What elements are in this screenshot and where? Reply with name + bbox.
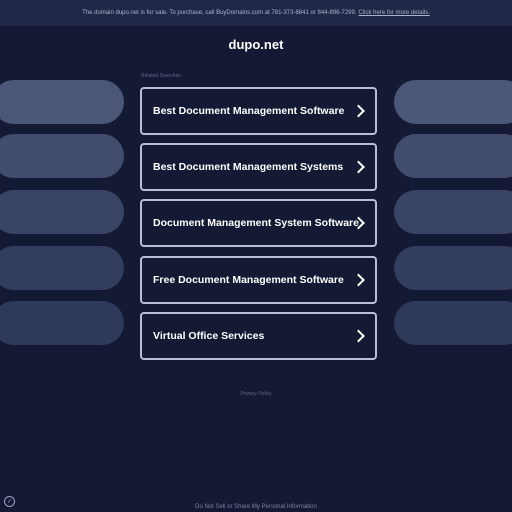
decorative-pill-right (394, 134, 512, 178)
sale-notice-bar: The domain dupo.net is for sale. To purc… (0, 0, 512, 26)
do-not-sell-link[interactable]: Do Not Sell or Share My Personal Informa… (0, 504, 512, 510)
related-search-label: Best Document Management Systems (153, 161, 344, 173)
decorative-pill-left (0, 80, 124, 124)
related-search-link[interactable]: Document Management System Software (140, 199, 377, 247)
related-search-label: Virtual Office Services (153, 330, 265, 342)
chevron-right-icon (352, 329, 365, 343)
sale-notice-text: The domain dupo.net is for sale. To purc… (82, 10, 357, 16)
related-search-link[interactable]: Free Document Management Software (140, 256, 377, 304)
chevron-right-icon (352, 160, 365, 174)
related-search-link[interactable]: Best Document Management Systems (140, 143, 377, 191)
related-search-label: Free Document Management Software (153, 274, 344, 286)
related-search-link[interactable]: Virtual Office Services (140, 312, 377, 360)
chevron-right-icon (352, 273, 365, 287)
privacy-policy-link[interactable]: Privacy Policy (0, 391, 512, 397)
decorative-pill-left (0, 134, 124, 178)
domain-title: dupo.net (228, 37, 284, 52)
decorative-pill-right (394, 301, 512, 345)
decorative-pill-left (0, 246, 124, 290)
related-search-link[interactable]: Best Document Management Software (140, 87, 377, 135)
more-details-link[interactable]: Click here for more details. (359, 10, 430, 16)
decorative-pill-left (0, 301, 124, 345)
chevron-right-icon (352, 104, 365, 118)
related-search-label: Document Management System Software (153, 217, 359, 229)
decorative-pill-left (0, 190, 124, 234)
related-search-label: Best Document Management Software (153, 105, 345, 117)
decorative-pill-right (394, 190, 512, 234)
decorative-pill-right (394, 80, 512, 124)
decorative-pill-right (394, 246, 512, 290)
related-searches-label: Related Searches (141, 73, 181, 79)
